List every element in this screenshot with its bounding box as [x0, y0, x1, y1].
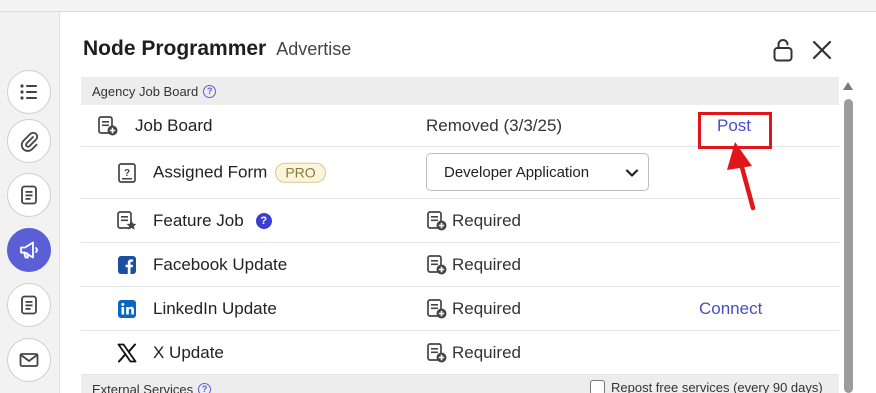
facebook-icon	[116, 254, 138, 276]
document-icon	[21, 295, 37, 315]
megaphone-icon	[20, 241, 38, 259]
envelope-icon	[19, 353, 39, 367]
unlock-button[interactable]	[769, 36, 797, 64]
facebook-value: Required	[426, 254, 521, 276]
row-x-update: X Update Required	[81, 331, 839, 375]
job-board-icon	[97, 115, 119, 137]
document-icon	[21, 185, 37, 205]
add-document-icon	[427, 298, 447, 318]
row-linkedin-update: LinkedIn Update Required Connect	[81, 287, 839, 331]
section-agency-job-board: Agency Job Board ?	[81, 77, 839, 105]
x-logo-icon	[116, 342, 138, 364]
assigned-form-selected: Developer Application	[444, 163, 590, 181]
required-label: Required	[452, 298, 521, 318]
rail-notes-button[interactable]	[7, 283, 51, 327]
paperclip-icon	[20, 131, 39, 152]
feature-job-label: Feature Job	[153, 210, 244, 230]
facebook-update-label: Facebook Update	[153, 254, 288, 274]
feature-job-icon	[116, 210, 138, 232]
rail-attachments-button[interactable]	[7, 119, 51, 163]
close-button[interactable]	[808, 36, 836, 64]
pro-badge: PRO	[275, 162, 326, 183]
add-document-icon	[427, 254, 447, 274]
repost-label: Repost free services (every 90 days)	[611, 380, 823, 393]
rail-advertise-button[interactable]	[7, 228, 51, 272]
panel-subtitle: Advertise	[276, 39, 352, 59]
svg-text:?: ?	[124, 168, 130, 179]
required-label: Required	[452, 210, 521, 230]
chevron-down-icon	[625, 169, 639, 177]
record-title: Node Programmer	[83, 37, 267, 60]
help-icon[interactable]: ?	[255, 213, 272, 230]
x-value: Required	[426, 342, 521, 364]
scroll-up-arrow-icon[interactable]	[842, 81, 854, 91]
required-label: Required	[452, 342, 521, 362]
job-board-label: Job Board	[135, 115, 213, 135]
section-label: Agency Job Board	[92, 83, 199, 99]
section-label: External Services	[92, 381, 194, 393]
rail-list-button[interactable]	[7, 70, 51, 114]
assigned-form-label: Assigned Form	[153, 162, 268, 182]
list-icon	[20, 84, 37, 100]
add-document-icon	[427, 210, 447, 230]
connect-link[interactable]: Connect	[699, 299, 762, 319]
help-icon[interactable]: ?	[198, 382, 212, 393]
rail-email-button[interactable]	[7, 338, 51, 382]
job-board-status: Removed (3/3/25)	[426, 115, 563, 135]
feature-job-value: Required	[426, 210, 521, 232]
x-update-label: X Update	[153, 342, 224, 362]
scrollbar-thumb[interactable]	[844, 99, 853, 393]
section-external-services: External Services ? Repost free services…	[81, 375, 839, 393]
linkedin-value: Required	[426, 298, 521, 320]
assigned-form-select[interactable]: Developer Application	[426, 153, 649, 191]
scrollbar[interactable]	[839, 77, 855, 393]
repost-toggle[interactable]: Repost free services (every 90 days)	[590, 380, 823, 393]
top-strip	[0, 0, 876, 12]
help-icon[interactable]: ?	[203, 84, 217, 98]
row-facebook-update: Facebook Update Required	[81, 243, 839, 287]
required-label: Required	[452, 254, 521, 274]
repost-checkbox[interactable]	[590, 380, 605, 393]
panel-title: Node Programmer Advertise	[83, 37, 351, 61]
linkedin-update-label: LinkedIn Update	[153, 298, 277, 318]
rail-document-button[interactable]	[7, 173, 51, 217]
unlock-icon	[773, 39, 793, 62]
sidebar-rail	[0, 12, 60, 393]
add-document-icon	[427, 342, 447, 362]
close-icon	[812, 40, 832, 60]
form-icon: ?	[116, 162, 138, 184]
linkedin-icon	[116, 298, 138, 320]
annotation-arrow	[727, 142, 756, 211]
